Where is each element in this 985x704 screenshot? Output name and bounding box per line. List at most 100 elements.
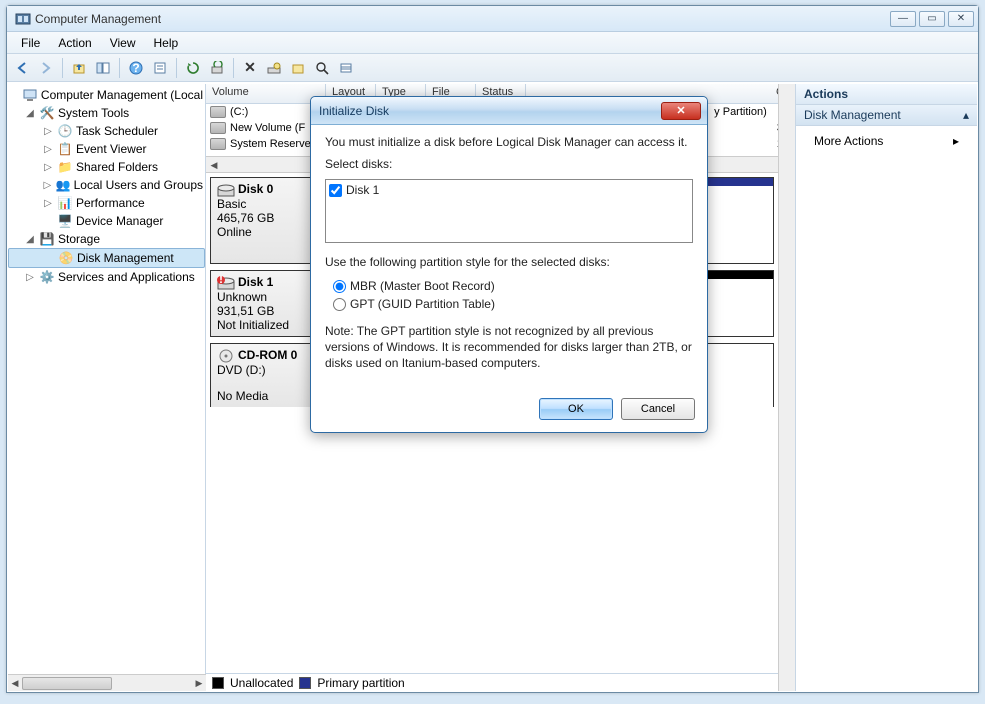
menu-action[interactable]: Action [50,34,99,52]
disk-type: Basic [217,197,304,211]
rescan-button[interactable] [206,57,228,79]
tree-disk-management[interactable]: 📀Disk Management [8,248,205,268]
disk-select-list[interactable]: Disk 1 [325,179,693,243]
app-icon [15,11,31,27]
action-a-button[interactable] [287,57,309,79]
forward-button[interactable] [35,57,57,79]
scroll-left-icon[interactable]: ◀ [8,676,22,691]
dialog-select-label: Select disks: [325,157,693,171]
dialog-message: You must initialize a disk before Logica… [325,135,693,149]
toolbar-separator [233,58,234,78]
svg-text:?: ? [132,61,139,75]
services-icon: ⚙️ [39,269,55,285]
properties-button[interactable] [149,57,171,79]
disk-type: Unknown [217,290,304,304]
partition-style-label: Use the following partition style for th… [325,255,693,269]
tree-services-apps[interactable]: ▷⚙️Services and Applications [8,268,205,286]
event-icon: 📋 [57,141,73,157]
disk1-checkbox[interactable] [329,184,342,197]
cdrom-icon [217,349,235,363]
tree-shared-folders[interactable]: ▷📁Shared Folders [8,158,205,176]
list-button[interactable] [335,57,357,79]
delete-button[interactable]: ✕ [239,57,261,79]
svg-text:!: ! [219,276,223,286]
gpt-radio[interactable] [333,298,346,311]
tree-event-viewer[interactable]: ▷📋Event Viewer [8,140,205,158]
actions-more-actions[interactable]: More Actions ▸ [796,130,977,152]
help-button[interactable]: ? [125,57,147,79]
menu-help[interactable]: Help [146,34,187,52]
minimize-button[interactable]: — [890,11,916,27]
disk-header[interactable]: CD-ROM 0 DVD (D:) No Media [211,344,311,407]
tree-label: Task Scheduler [76,124,158,138]
computer-icon [22,87,38,103]
dialog-close-button[interactable]: ✕ [661,102,701,120]
back-button[interactable] [11,57,33,79]
tree-task-scheduler[interactable]: ▷🕒Task Scheduler [8,122,205,140]
show-hide-tree-button[interactable] [92,57,114,79]
tree-system-tools[interactable]: ◢🛠️System Tools [8,104,205,122]
legend-primary-label: Primary partition [317,676,404,690]
ok-button[interactable]: OK [539,398,613,420]
scrollbar-thumb[interactable] [22,677,112,690]
disk-type: DVD (D:) [217,363,305,377]
find-button[interactable] [311,57,333,79]
gpt-label: GPT (GUID Partition Table) [350,297,495,311]
tree-device-manager[interactable]: 🖥️Device Manager [8,212,205,230]
mbr-radio[interactable] [333,280,346,293]
window-title: Computer Management [35,12,890,26]
actions-subheader[interactable]: Disk Management ▴ [796,105,977,126]
drive-icon [210,122,226,134]
refresh-button[interactable] [182,57,204,79]
tools-icon: 🛠️ [39,105,55,121]
disk-status: Online [217,225,304,239]
tree-local-users[interactable]: ▷👥Local Users and Groups [8,176,205,194]
toolbar-separator [119,58,120,78]
menu-view[interactable]: View [102,34,144,52]
disk1-label: Disk 1 [346,183,379,197]
nav-tree[interactable]: Computer Management (Local ◢🛠️System Too… [8,84,206,691]
legend-swatch-unallocated [212,677,224,689]
volume-name: (C:) [230,106,248,118]
tree-label: System Tools [58,106,129,120]
gpt-radio-row[interactable]: GPT (GUID Partition Table) [325,295,693,313]
disk-header[interactable]: Disk 0 Basic 465,76 GB Online [211,178,311,263]
tree-label: Device Manager [76,214,163,228]
dialog-buttons: OK Cancel [311,390,707,432]
tree-root-label: Computer Management (Local [41,88,203,102]
legend-swatch-primary [299,677,311,689]
menu-file[interactable]: File [13,34,48,52]
disk-title: CD-ROM 0 [238,348,297,362]
maximize-button[interactable]: ▭ [919,11,945,27]
disk-header[interactable]: !Disk 1 Unknown 931,51 GB Not Initialize… [211,271,311,336]
mbr-label: MBR (Master Boot Record) [350,279,495,293]
titlebar[interactable]: Computer Management — ▭ ✕ [7,6,978,32]
disk-size: 931,51 GB [217,304,304,318]
tree-label: Event Viewer [76,142,146,156]
drive-icon [210,106,226,118]
col-volume[interactable]: Volume [206,84,326,103]
scroll-left-icon[interactable]: ◀ [206,158,222,173]
mbr-radio-row[interactable]: MBR (Master Boot Record) [325,277,693,295]
users-icon: 👥 [56,177,71,193]
tree-root[interactable]: Computer Management (Local [8,86,205,104]
tree-label: Local Users and Groups [74,178,203,192]
close-button[interactable]: ✕ [948,11,974,27]
tree-label: Performance [76,196,145,210]
actions-more-label: More Actions [814,134,883,148]
disk-size: 465,76 GB [217,211,304,225]
scroll-right-icon[interactable]: ▶ [192,676,206,691]
graphical-vscrollbar[interactable] [778,173,795,673]
tree-performance[interactable]: ▷📊Performance [8,194,205,212]
cancel-button[interactable]: Cancel [621,398,695,420]
drive-icon [210,138,226,150]
disk-status: No Media [217,389,305,403]
tree-horizontal-scrollbar[interactable]: ◀ ▶ [8,674,206,691]
settings-button[interactable] [263,57,285,79]
disk-checkbox-row[interactable]: Disk 1 [329,183,689,197]
up-button[interactable] [68,57,90,79]
volume-extra: y Partition) [714,106,773,118]
dialog-titlebar[interactable]: Initialize Disk ✕ [311,97,707,125]
tree-storage[interactable]: ◢💾Storage [8,230,205,248]
disk-icon [217,183,235,197]
